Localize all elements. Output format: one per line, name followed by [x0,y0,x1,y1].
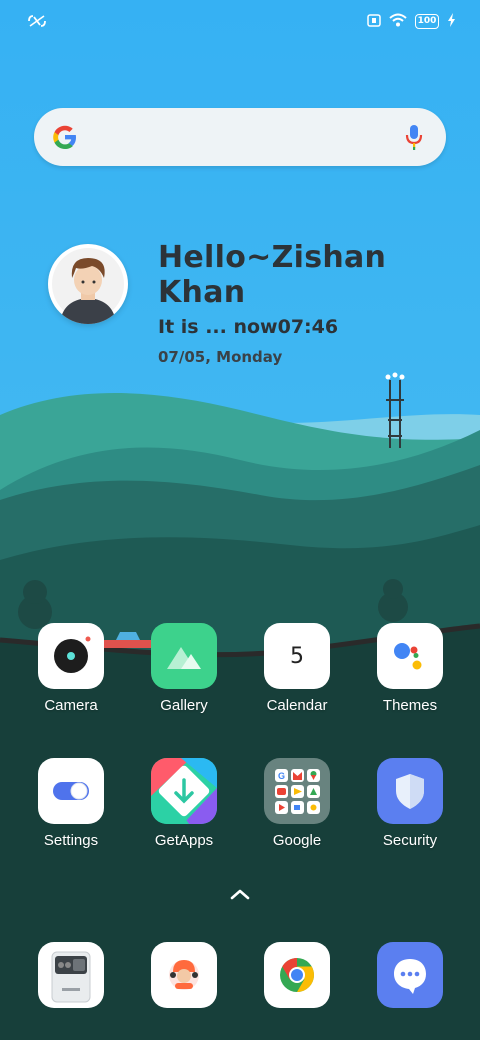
greeting-headline: Hello~Zishan Khan [158,240,387,310]
app-themes[interactable]: Themes [354,623,466,714]
svg-text:G: G [278,771,285,781]
app-calendar[interactable]: 5 Calendar [241,623,353,714]
microphone-icon[interactable] [404,123,424,155]
settings-toggle-icon [38,758,104,824]
dock-chrome[interactable] [241,942,353,1008]
battery-icon: 100 [415,14,439,29]
calendar-day: 5 [290,643,304,669]
app-label: Camera [44,697,98,714]
avatar[interactable] [48,244,128,324]
app-label: Google [272,832,322,849]
app-label: GetApps [154,832,214,849]
app-label: Security [382,832,438,849]
google-folder-icon: G [264,758,330,824]
dock-phone-widget[interactable] [15,942,127,1008]
contacts-icon [151,942,217,1008]
status-bar: 100 [0,0,480,44]
app-security[interactable]: Security [354,758,466,849]
google-g-icon [50,122,80,156]
app-drawer-chevron-icon[interactable] [228,886,252,906]
sim-card-icon [367,12,381,31]
google-search-bar[interactable] [34,108,446,166]
messages-icon [377,942,443,1008]
app-label: Gallery [160,697,208,714]
app-camera[interactable]: Camera [15,623,127,714]
chrome-icon [264,942,330,1008]
calendar-icon: 5 [264,623,330,689]
nfc-off-icon [26,13,48,33]
camera-icon [38,623,104,689]
dock-messages[interactable] [354,942,466,1008]
app-label: Calendar [266,697,328,714]
app-getapps[interactable]: GetApps [128,758,240,849]
app-label: Settings [43,832,99,849]
app-label: Themes [382,697,438,714]
app-gallery[interactable]: Gallery [128,623,240,714]
phone-widget-icon [38,942,104,1008]
wifi-icon [389,12,407,31]
app-settings[interactable]: Settings [15,758,127,849]
greeting-time: It is ... now07:46 [158,316,339,338]
themes-icon [377,623,443,689]
shield-icon [377,758,443,824]
greeting-date: 07/05, Monday [158,348,283,366]
dock-contacts[interactable] [128,942,240,1008]
getapps-icon [151,758,217,824]
app-google-folder[interactable]: G Google [241,758,353,849]
charging-bolt-icon [447,12,456,31]
gallery-icon [151,623,217,689]
greeting-widget: Hello~Zishan Khan It is ... now07:46 07/… [158,240,480,366]
